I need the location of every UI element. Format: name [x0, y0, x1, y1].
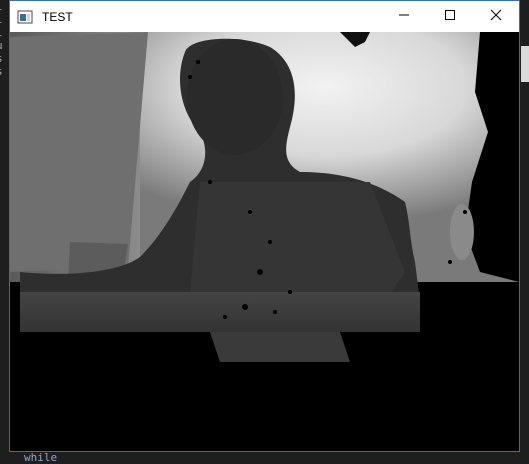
title-bar[interactable]: TEST — [10, 1, 519, 32]
test-window[interactable]: TEST — [9, 0, 520, 452]
minimize-icon — [398, 8, 410, 26]
close-icon — [490, 8, 502, 26]
minimize-button[interactable] — [381, 1, 427, 32]
maximize-icon — [444, 8, 456, 26]
background-code-text: while — [24, 451, 58, 464]
depth-image-view[interactable] — [10, 32, 519, 451]
depth-image — [10, 32, 519, 451]
window-app-icon[interactable] — [17, 9, 33, 25]
close-button[interactable] — [473, 1, 519, 32]
window-title: TEST — [42, 9, 73, 24]
maximize-button[interactable] — [427, 1, 473, 32]
window-controls — [381, 1, 519, 32]
background-window-edge — [521, 46, 529, 82]
desktop: lll u ss while TEST — [0, 0, 529, 464]
